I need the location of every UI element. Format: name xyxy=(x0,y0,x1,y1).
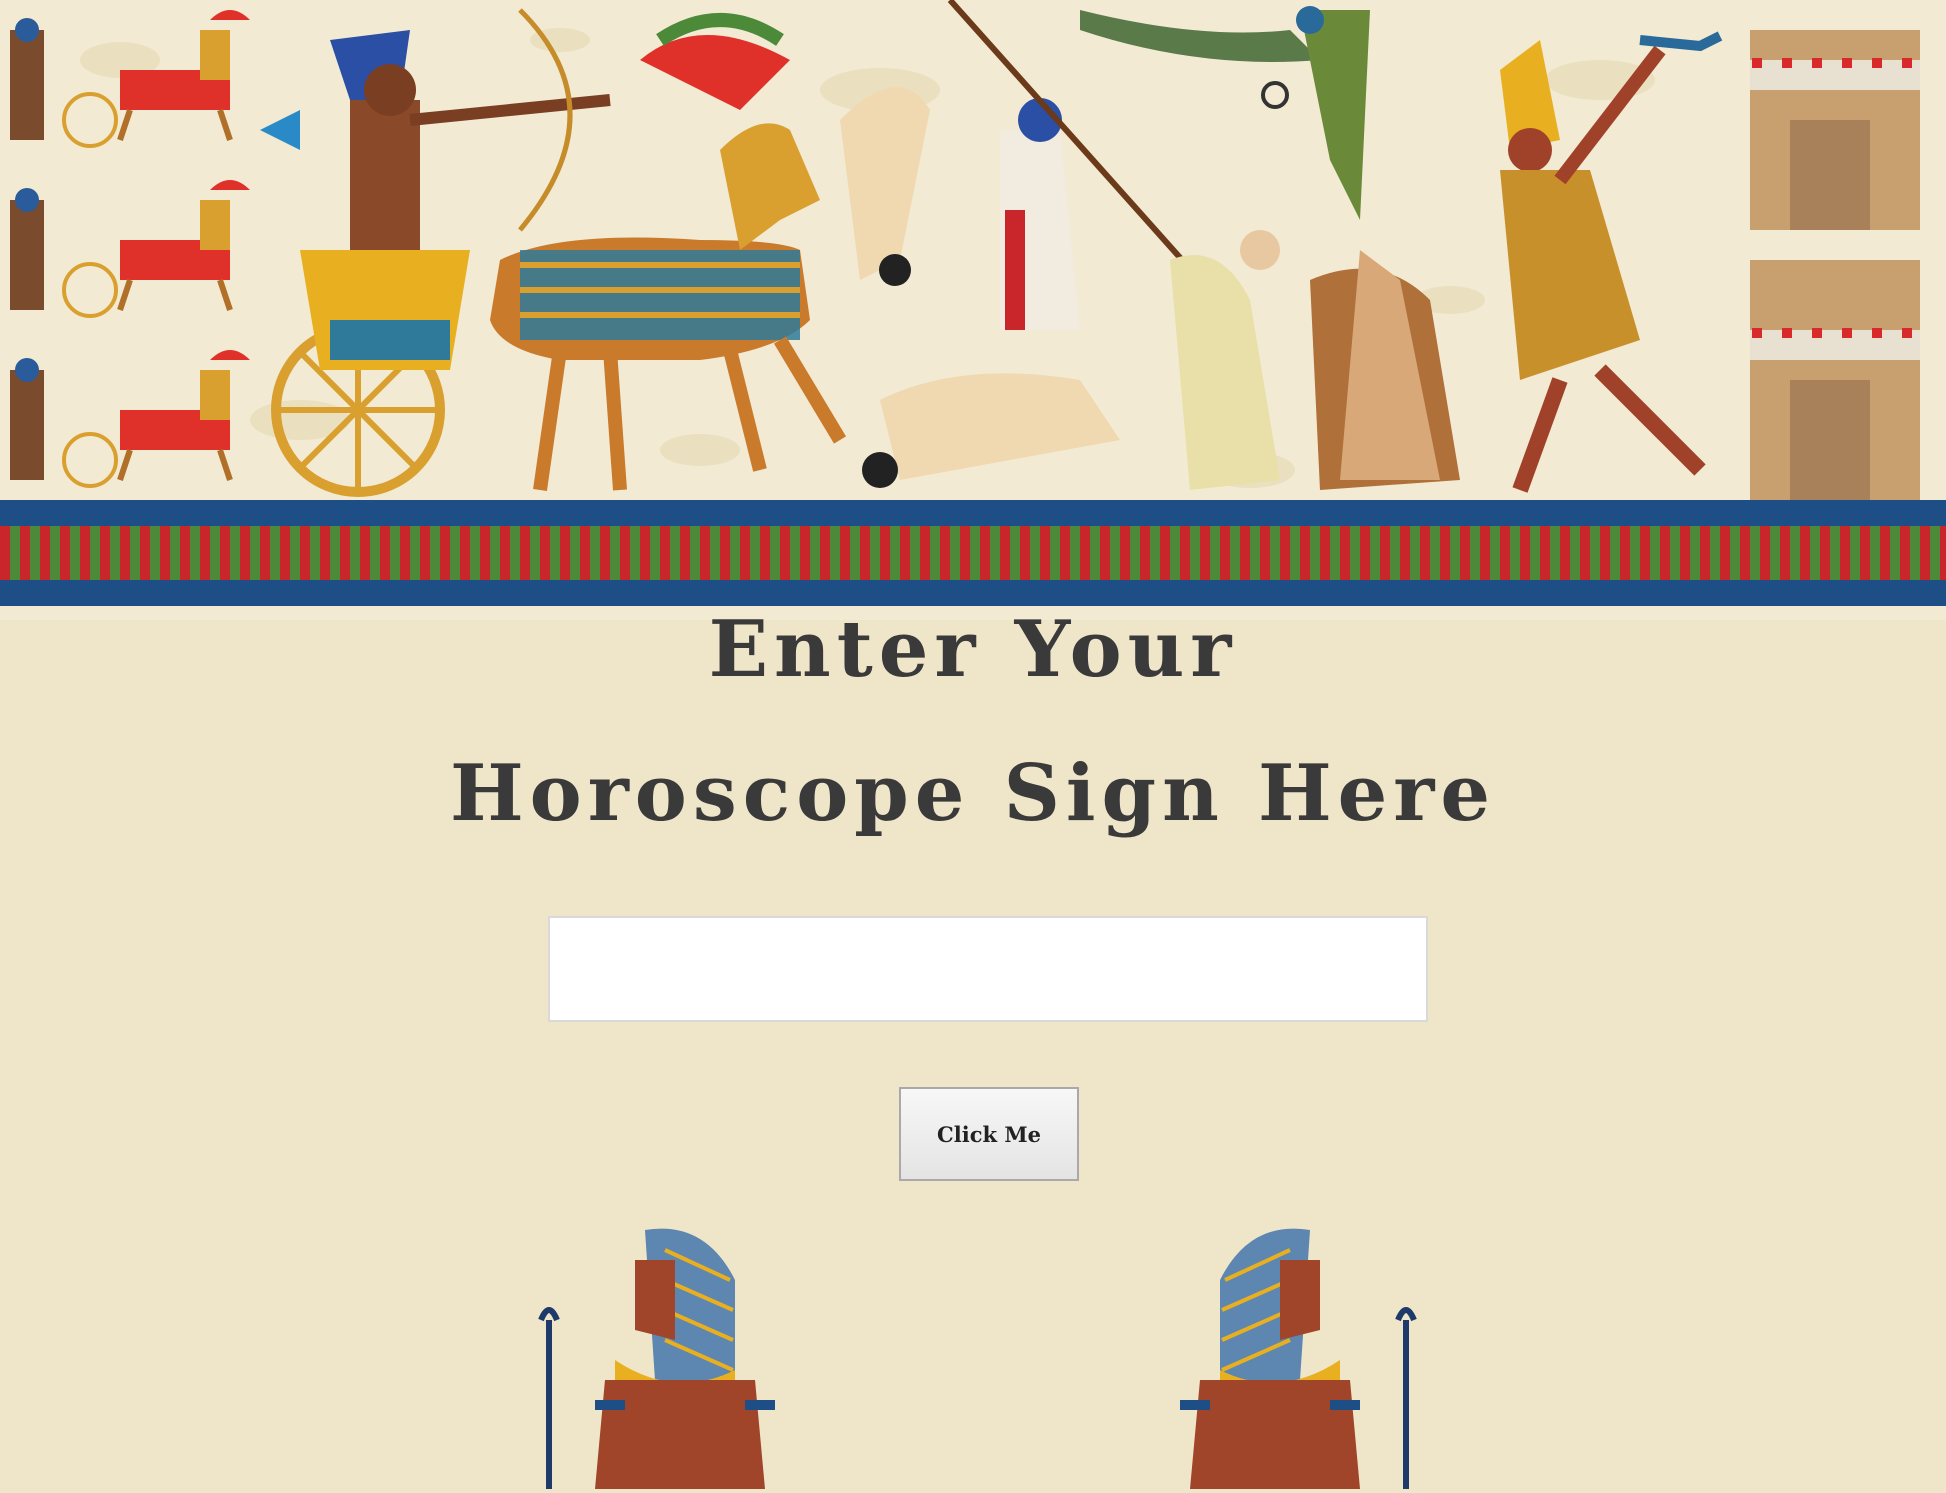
fortress-tower-figures xyxy=(1750,30,1920,500)
page-title-line-1: Enter Your xyxy=(708,604,1238,695)
pharaoh-figure-left xyxy=(535,1220,775,1489)
pharaoh-figure-right xyxy=(1180,1220,1420,1489)
page-title-line-2: Horoscope Sign Here xyxy=(449,748,1496,839)
egyptian-mural-banner xyxy=(0,0,1946,620)
submit-button[interactable]: Click Me xyxy=(899,1087,1079,1181)
horoscope-sign-input[interactable] xyxy=(548,916,1428,1022)
